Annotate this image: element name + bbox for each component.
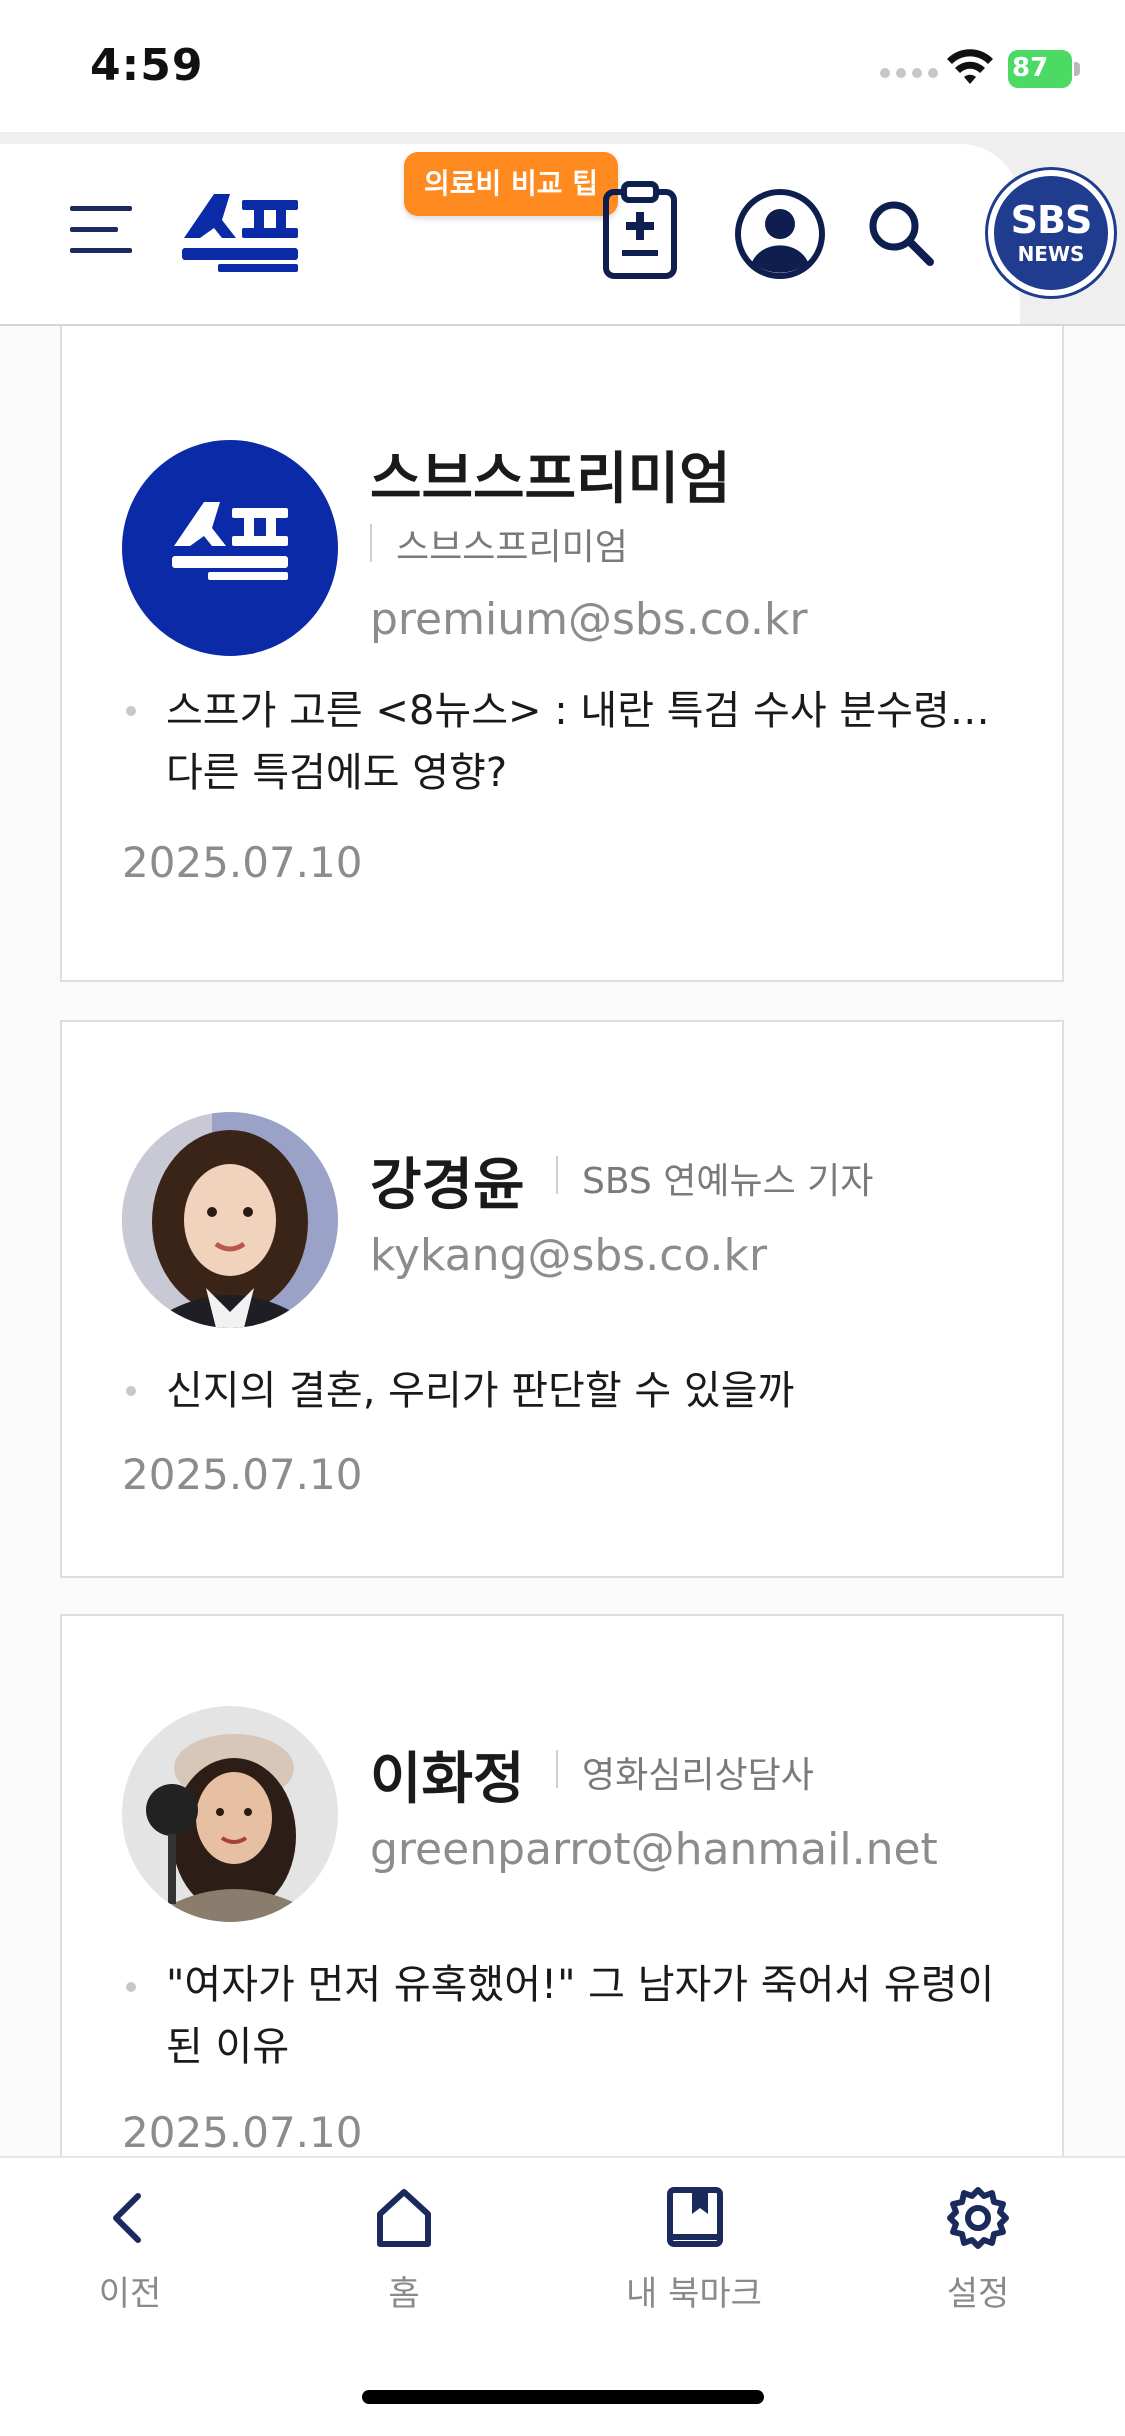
supeu-logo-avatar bbox=[122, 440, 338, 656]
tab-label: 이전 bbox=[98, 2274, 162, 2314]
article-date: 2025.07.10 bbox=[122, 1450, 363, 1499]
battery-icon: 87 bbox=[1008, 50, 1080, 88]
article-date: 2025.07.10 bbox=[122, 838, 363, 887]
home-icon bbox=[377, 2189, 431, 2247]
home-indicator bbox=[362, 2390, 764, 2404]
sbs-logo-top: SBS bbox=[1010, 198, 1093, 242]
clipboard-plus-icon[interactable] bbox=[600, 180, 680, 280]
author-card[interactable]: 이화정 영화심리상담사 greenparrot@hanmail.net "여자가… bbox=[60, 1614, 1064, 2156]
counselor-photo bbox=[122, 1706, 338, 1922]
tab-back[interactable]: 이전 bbox=[30, 2184, 230, 2315]
reporter-photo bbox=[122, 1112, 338, 1328]
screen: 4:59 87 의료비 비교 팁 SBS NEWS 스브스프리미엄 스브스프리미… bbox=[0, 0, 1125, 2436]
hamburger-menu-icon[interactable] bbox=[70, 202, 132, 258]
article-bullet bbox=[126, 706, 136, 716]
tab-bookmarks[interactable]: 내 북마크 bbox=[594, 2184, 794, 2315]
search-icon[interactable] bbox=[866, 198, 936, 268]
article-link[interactable]: 신지의 결혼, 우리가 판단할 수 있을까 bbox=[166, 1360, 1026, 1422]
cellular-signal-icon bbox=[880, 68, 938, 78]
name-divider bbox=[556, 1156, 558, 1194]
article-bullet bbox=[126, 1982, 136, 1992]
author-name: 이화정 bbox=[370, 1747, 525, 1812]
name-divider bbox=[370, 524, 372, 562]
sbs-news-logo[interactable]: SBS NEWS bbox=[988, 170, 1114, 296]
sbs-logo-bottom: NEWS bbox=[1017, 242, 1085, 266]
tab-home[interactable]: 홈 bbox=[304, 2184, 504, 2315]
tab-settings[interactable]: 설정 bbox=[878, 2184, 1078, 2315]
author-name: 스브스프리미엄 bbox=[370, 447, 731, 512]
wifi-icon bbox=[947, 49, 993, 84]
status-time: 4:59 bbox=[90, 40, 204, 91]
supeu-logo-icon[interactable] bbox=[178, 190, 302, 276]
bookmark-book-icon bbox=[667, 2187, 723, 2247]
battery-level: 87 bbox=[1012, 53, 1049, 83]
author-email: kykang@sbs.co.kr bbox=[370, 1230, 768, 1281]
name-divider bbox=[556, 1750, 558, 1788]
author-email: premium@sbs.co.kr bbox=[370, 594, 808, 645]
author-list: 스브스프리미엄 스브스프리미엄 premium@sbs.co.kr 스프가 고른… bbox=[0, 326, 1125, 2156]
author-role: 스브스프리미엄 bbox=[396, 527, 628, 568]
gear-icon bbox=[947, 2187, 1009, 2249]
promo-badge[interactable]: 의료비 비교 팁 bbox=[404, 152, 619, 216]
author-name: 강경윤 bbox=[370, 1153, 525, 1218]
author-role: SBS 연예뉴스 기자 bbox=[582, 1161, 874, 1202]
tab-label: 설정 bbox=[946, 2274, 1010, 2314]
status-bar: 4:59 87 bbox=[0, 0, 1125, 132]
author-card[interactable]: 스브스프리미엄 스브스프리미엄 premium@sbs.co.kr 스프가 고른… bbox=[60, 326, 1064, 982]
author-role: 영화심리상담사 bbox=[582, 1755, 814, 1796]
tab-label: 홈 bbox=[388, 2274, 420, 2314]
author-card[interactable]: 강경윤 SBS 연예뉴스 기자 kykang@sbs.co.kr 신지의 결혼,… bbox=[60, 1020, 1064, 1578]
chevron-left-icon bbox=[113, 2193, 141, 2243]
article-date: 2025.07.10 bbox=[122, 2108, 363, 2156]
author-email: greenparrot@hanmail.net bbox=[370, 1824, 938, 1875]
article-link[interactable]: "여자가 먼저 유혹했어!" 그 남자가 죽어서 유령이 된 이유 bbox=[166, 1954, 1026, 2078]
article-link[interactable]: 스프가 고른 <8뉴스> : 내란 특검 수사 분수령… 다른 특검에도 영향? bbox=[166, 680, 1026, 804]
profile-icon[interactable] bbox=[734, 188, 826, 280]
article-bullet bbox=[126, 1386, 136, 1396]
tab-label: 내 북마크 bbox=[626, 2274, 762, 2314]
